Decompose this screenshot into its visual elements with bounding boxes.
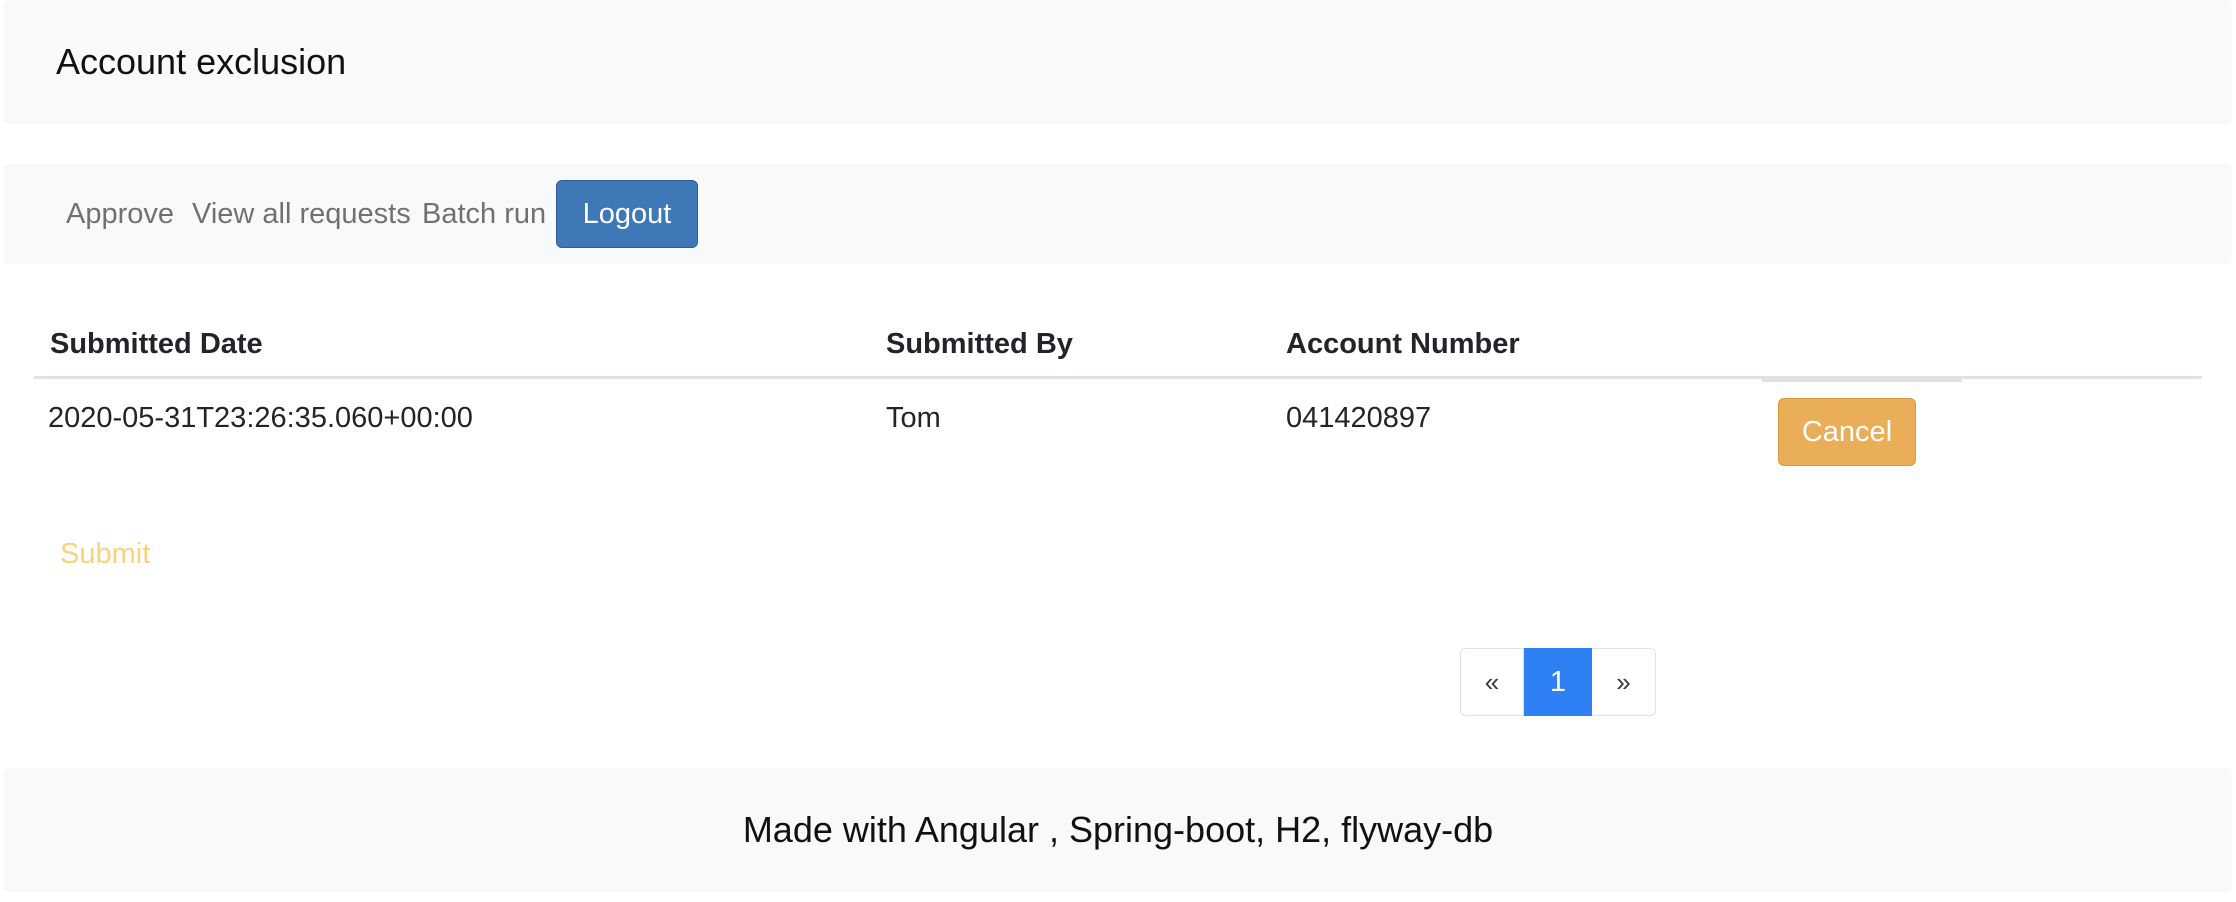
pagination-prev-button[interactable]: « bbox=[1460, 648, 1524, 716]
app-title: Account exclusion bbox=[56, 41, 347, 82]
pagination-next-button[interactable]: » bbox=[1592, 648, 1656, 716]
cancel-button[interactable]: Cancel bbox=[1778, 398, 1916, 466]
column-header-submitted-date: Submitted Date bbox=[50, 328, 263, 360]
nav-link-view-all-requests[interactable]: View all requests bbox=[192, 192, 411, 236]
cell-submitted-by: Tom bbox=[886, 402, 941, 434]
nav-bar: Approve View all requests Batch run Logo… bbox=[4, 164, 2232, 264]
submit-button[interactable]: Submit bbox=[60, 534, 150, 574]
nav-link-batch-run[interactable]: Batch run bbox=[422, 192, 546, 236]
column-header-account-number: Account Number bbox=[1286, 328, 1520, 360]
header-bar: Account exclusion bbox=[4, 0, 2232, 124]
cell-submitted-date: 2020-05-31T23:26:35.060+00:00 bbox=[48, 402, 473, 434]
table-header-divider-accent bbox=[1762, 379, 1962, 382]
logout-button[interactable]: Logout bbox=[556, 180, 698, 248]
column-header-submitted-by: Submitted By bbox=[886, 328, 1073, 360]
cell-account-number: 041420897 bbox=[1286, 402, 1432, 434]
pagination-page-1[interactable]: 1 bbox=[1524, 648, 1592, 716]
footer-bar: Made with Angular , Spring-boot, H2, fly… bbox=[4, 768, 2232, 892]
footer-text: Made with Angular , Spring-boot, H2, fly… bbox=[742, 809, 1494, 850]
nav-link-approve[interactable]: Approve bbox=[66, 192, 174, 236]
pagination: « 1 » bbox=[1460, 648, 1656, 716]
